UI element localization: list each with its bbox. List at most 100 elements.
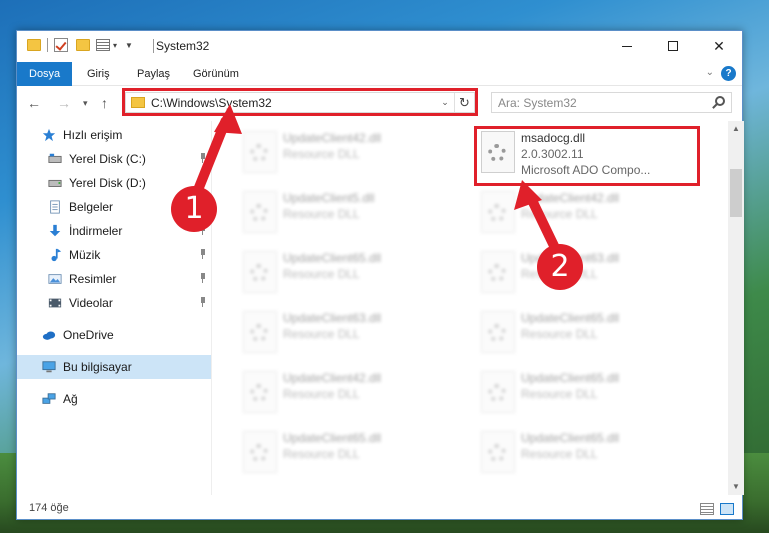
sidebar-item-quick-access[interactable]: Hızlı erişim <box>17 123 211 147</box>
customize-toolbar-icon[interactable]: ▼ <box>125 41 133 50</box>
gear-icon <box>250 324 268 342</box>
sidebar-item-onedrive[interactable]: OneDrive <box>17 323 211 347</box>
documents-icon <box>50 200 60 214</box>
ribbon-tabs: Dosya Giriş Paylaş Görünüm ⌄ ? <box>17 62 742 86</box>
file-item[interactable]: UpdateClient63.dll Resource DLL <box>233 305 463 363</box>
file-item[interactable]: UpdateClient65.dll Resource DLL <box>233 425 463 483</box>
file-item[interactable]: UpdateClient65.dll Resource DLL <box>471 305 701 363</box>
sidebar-item-label: Ağ <box>63 392 78 406</box>
minimize-button[interactable] <box>604 31 650 61</box>
sidebar-item-this-pc[interactable]: Bu bilgisayar <box>17 355 211 379</box>
tiles-view-icon[interactable] <box>720 503 734 515</box>
file-item[interactable]: UpdateClient65.dll Resource DLL <box>233 245 463 303</box>
tab-gorunum[interactable]: Görünüm <box>181 62 251 86</box>
chevron-down-icon[interactable]: ▾ <box>113 41 117 50</box>
explorer-window: ▾ ▼ System32 ✕ Dosya Giriş Paylaş Görünü… <box>16 30 744 520</box>
pin-icon[interactable] <box>199 273 207 283</box>
cloud-icon <box>42 331 56 340</box>
sidebar-item-music[interactable]: Müzik <box>17 243 211 267</box>
pictures-icon <box>48 274 62 284</box>
dll-file-icon <box>481 311 515 353</box>
forward-arrow-icon[interactable]: → <box>57 95 71 111</box>
dll-file-icon <box>243 311 277 353</box>
file-name: UpdateClient65.dll <box>521 371 620 385</box>
pin-icon[interactable] <box>199 177 207 187</box>
folder-icon[interactable] <box>27 39 41 51</box>
scroll-down-icon[interactable]: ▼ <box>728 479 744 495</box>
file-type: Resource DLL <box>283 387 360 401</box>
expand-ribbon-icon[interactable]: ⌄ <box>706 67 714 78</box>
maximize-button[interactable] <box>650 31 696 61</box>
file-item[interactable]: UpdateClient5.dll Resource DLL <box>233 185 463 243</box>
file-name: UpdateClient65.dll <box>521 311 620 325</box>
details-view-icon[interactable] <box>700 503 714 515</box>
help-icon[interactable]: ? <box>721 66 736 81</box>
vertical-scrollbar[interactable]: ▲ ▼ <box>728 121 744 495</box>
maximize-icon <box>668 41 678 51</box>
title-bar: ▾ ▼ System32 ✕ <box>17 31 742 62</box>
properties-check-icon[interactable] <box>54 38 68 52</box>
scroll-up-icon[interactable]: ▲ <box>728 121 744 137</box>
file-type: Resource DLL <box>283 147 360 161</box>
sidebar-item-local-disk-c[interactable]: Yerel Disk (C:) <box>17 147 211 171</box>
tab-dosya[interactable]: Dosya <box>17 62 73 86</box>
dll-file-icon <box>481 251 515 293</box>
file-item[interactable]: UpdateClient65.dll Resource DLL <box>471 365 701 423</box>
tab-giris[interactable]: Giriş <box>75 62 122 86</box>
window-controls: ✕ <box>604 31 742 61</box>
gear-icon <box>488 264 506 282</box>
navigation-bar: ← → ▾ ↑ C:\Windows\System32 ⌄ ↻ Ara: Sys… <box>17 87 742 119</box>
up-arrow-icon[interactable]: ↑ <box>101 95 108 111</box>
dll-file-icon <box>243 431 277 473</box>
address-bar[interactable]: C:\Windows\System32 ⌄ ↻ <box>125 92 475 113</box>
file-type: Resource DLL <box>283 447 360 461</box>
new-folder-icon[interactable] <box>76 39 90 51</box>
file-item[interactable]: UpdateClient42.dll Resource DLL <box>233 365 463 423</box>
toolbar-divider <box>47 38 48 52</box>
file-item[interactable]: UpdateClient63.dll Resource DLL <box>471 245 701 303</box>
pin-icon[interactable] <box>199 249 207 259</box>
computer-icon <box>42 361 56 373</box>
drive-icon <box>48 153 62 163</box>
file-type: Resource DLL <box>521 447 598 461</box>
sidebar-item-videos[interactable]: Videolar <box>17 291 211 315</box>
step-2-badge: 2 <box>537 244 583 290</box>
pane-divider[interactable] <box>211 121 212 495</box>
gear-icon <box>250 264 268 282</box>
gear-icon <box>250 444 268 462</box>
file-item[interactable]: UpdateClient42.dll Resource DLL <box>233 125 463 183</box>
file-name: UpdateClient65.dll <box>521 431 620 445</box>
quick-access-toolbar: ▾ ▼ <box>27 38 133 52</box>
close-icon: ✕ <box>713 37 725 54</box>
gear-icon <box>488 444 506 462</box>
dll-file-icon <box>243 191 277 233</box>
gear-icon <box>488 384 506 402</box>
file-type: Resource DLL <box>521 327 598 341</box>
tab-paylas[interactable]: Paylaş <box>125 62 182 86</box>
back-arrow-icon[interactable]: ← <box>27 95 41 111</box>
file-item[interactable]: UpdateClient42.dll Resource DLL <box>471 185 701 243</box>
sidebar-item-pictures[interactable]: Resimler <box>17 267 211 291</box>
file-name: UpdateClient5.dll <box>283 191 375 205</box>
recent-locations-icon[interactable]: ▾ <box>83 98 88 109</box>
sidebar-item-label: Müzik <box>69 248 101 262</box>
scroll-thumb[interactable] <box>730 169 742 217</box>
address-path[interactable]: C:\Windows\System32 <box>151 96 436 110</box>
refresh-icon[interactable]: ↻ <box>454 93 474 112</box>
file-name: UpdateClient65.dll <box>283 431 382 445</box>
search-input[interactable]: Ara: System32 <box>491 92 732 113</box>
chevron-down-icon[interactable]: ⌄ <box>436 97 454 108</box>
file-item[interactable]: UpdateClient65.dll Resource DLL <box>471 425 701 483</box>
file-name: UpdateClient42.dll <box>283 131 382 145</box>
pin-icon[interactable] <box>199 297 207 307</box>
file-highlight <box>474 126 700 186</box>
dll-file-icon <box>243 251 277 293</box>
sidebar-item-label: Yerel Disk (D:) <box>69 176 146 190</box>
properties-icon[interactable] <box>96 39 110 51</box>
file-type: Resource DLL <box>283 327 360 341</box>
close-button[interactable]: ✕ <box>696 31 742 61</box>
search-icon[interactable] <box>715 96 725 106</box>
window-title: System32 <box>156 39 210 53</box>
pin-icon[interactable] <box>199 153 207 163</box>
sidebar-item-network[interactable]: Ağ <box>17 387 211 411</box>
